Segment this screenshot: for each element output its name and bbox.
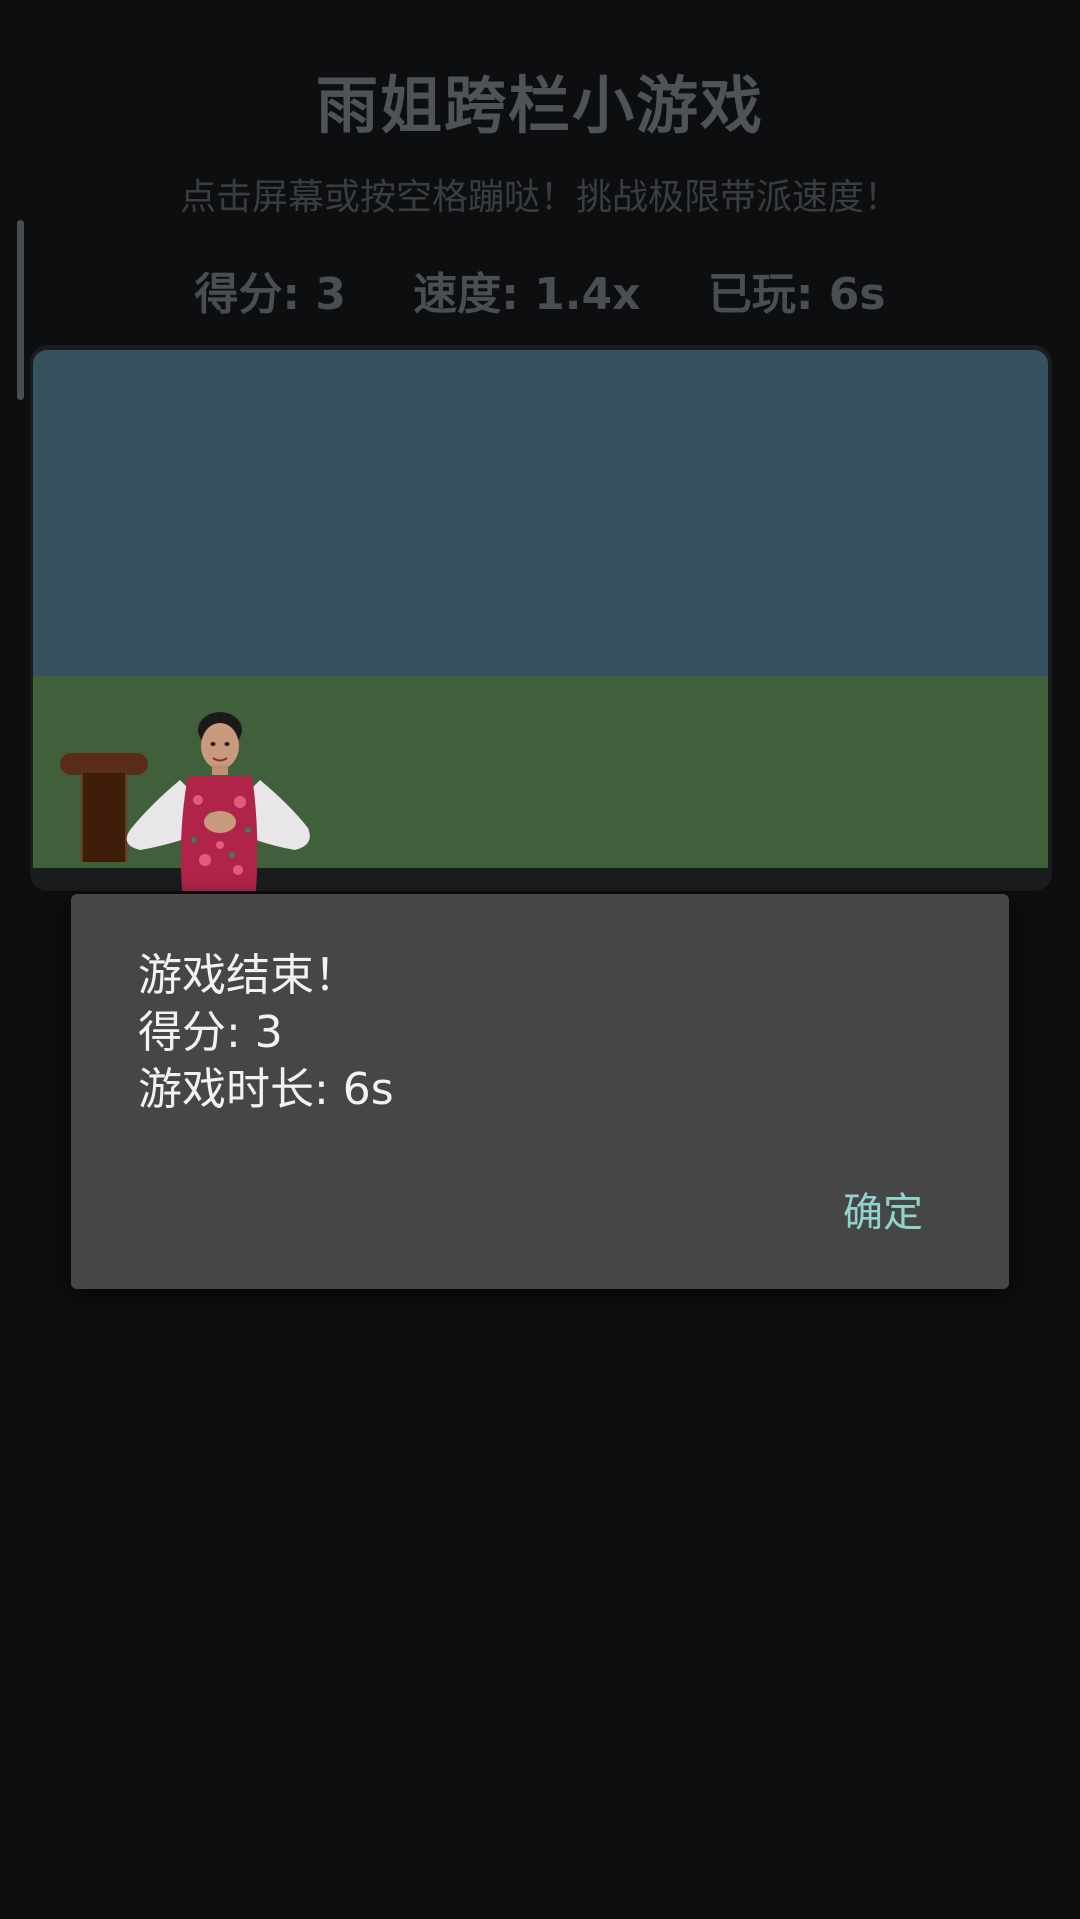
final-score: 得分: 3 <box>138 1007 283 1058</box>
stats-bar: 得分: 3 速度: 1.4x 已玩: 6s <box>0 258 1080 322</box>
played-time-stat: 已玩: 6s <box>707 269 886 320</box>
player-character <box>126 712 310 891</box>
game-canvas[interactable] <box>30 345 1052 891</box>
page-subtitle: 点击屏幕或按空格蹦哒！挑战极限带派速度！ <box>179 177 900 218</box>
speed-stat: 速度: 1.4x <box>413 269 641 320</box>
game-duration: 游戏时长: 6s <box>138 1064 394 1115</box>
game-over-dialog: 游戏结束！ 得分: 3 游戏时长: 6s 确定 <box>71 894 1009 1289</box>
app-screen: 雨姐跨栏小游戏 点击屏幕或按空格蹦哒！挑战极限带派速度！ 得分: 3 速度: 1… <box>0 0 1080 1919</box>
page-title: 雨姐跨栏小游戏 <box>315 69 764 142</box>
game-over-title: 游戏结束！ <box>138 950 358 1001</box>
game-sky <box>33 350 1048 676</box>
confirm-button[interactable]: 确定 <box>837 1176 929 1242</box>
score-stat: 得分: 3 <box>194 269 346 320</box>
